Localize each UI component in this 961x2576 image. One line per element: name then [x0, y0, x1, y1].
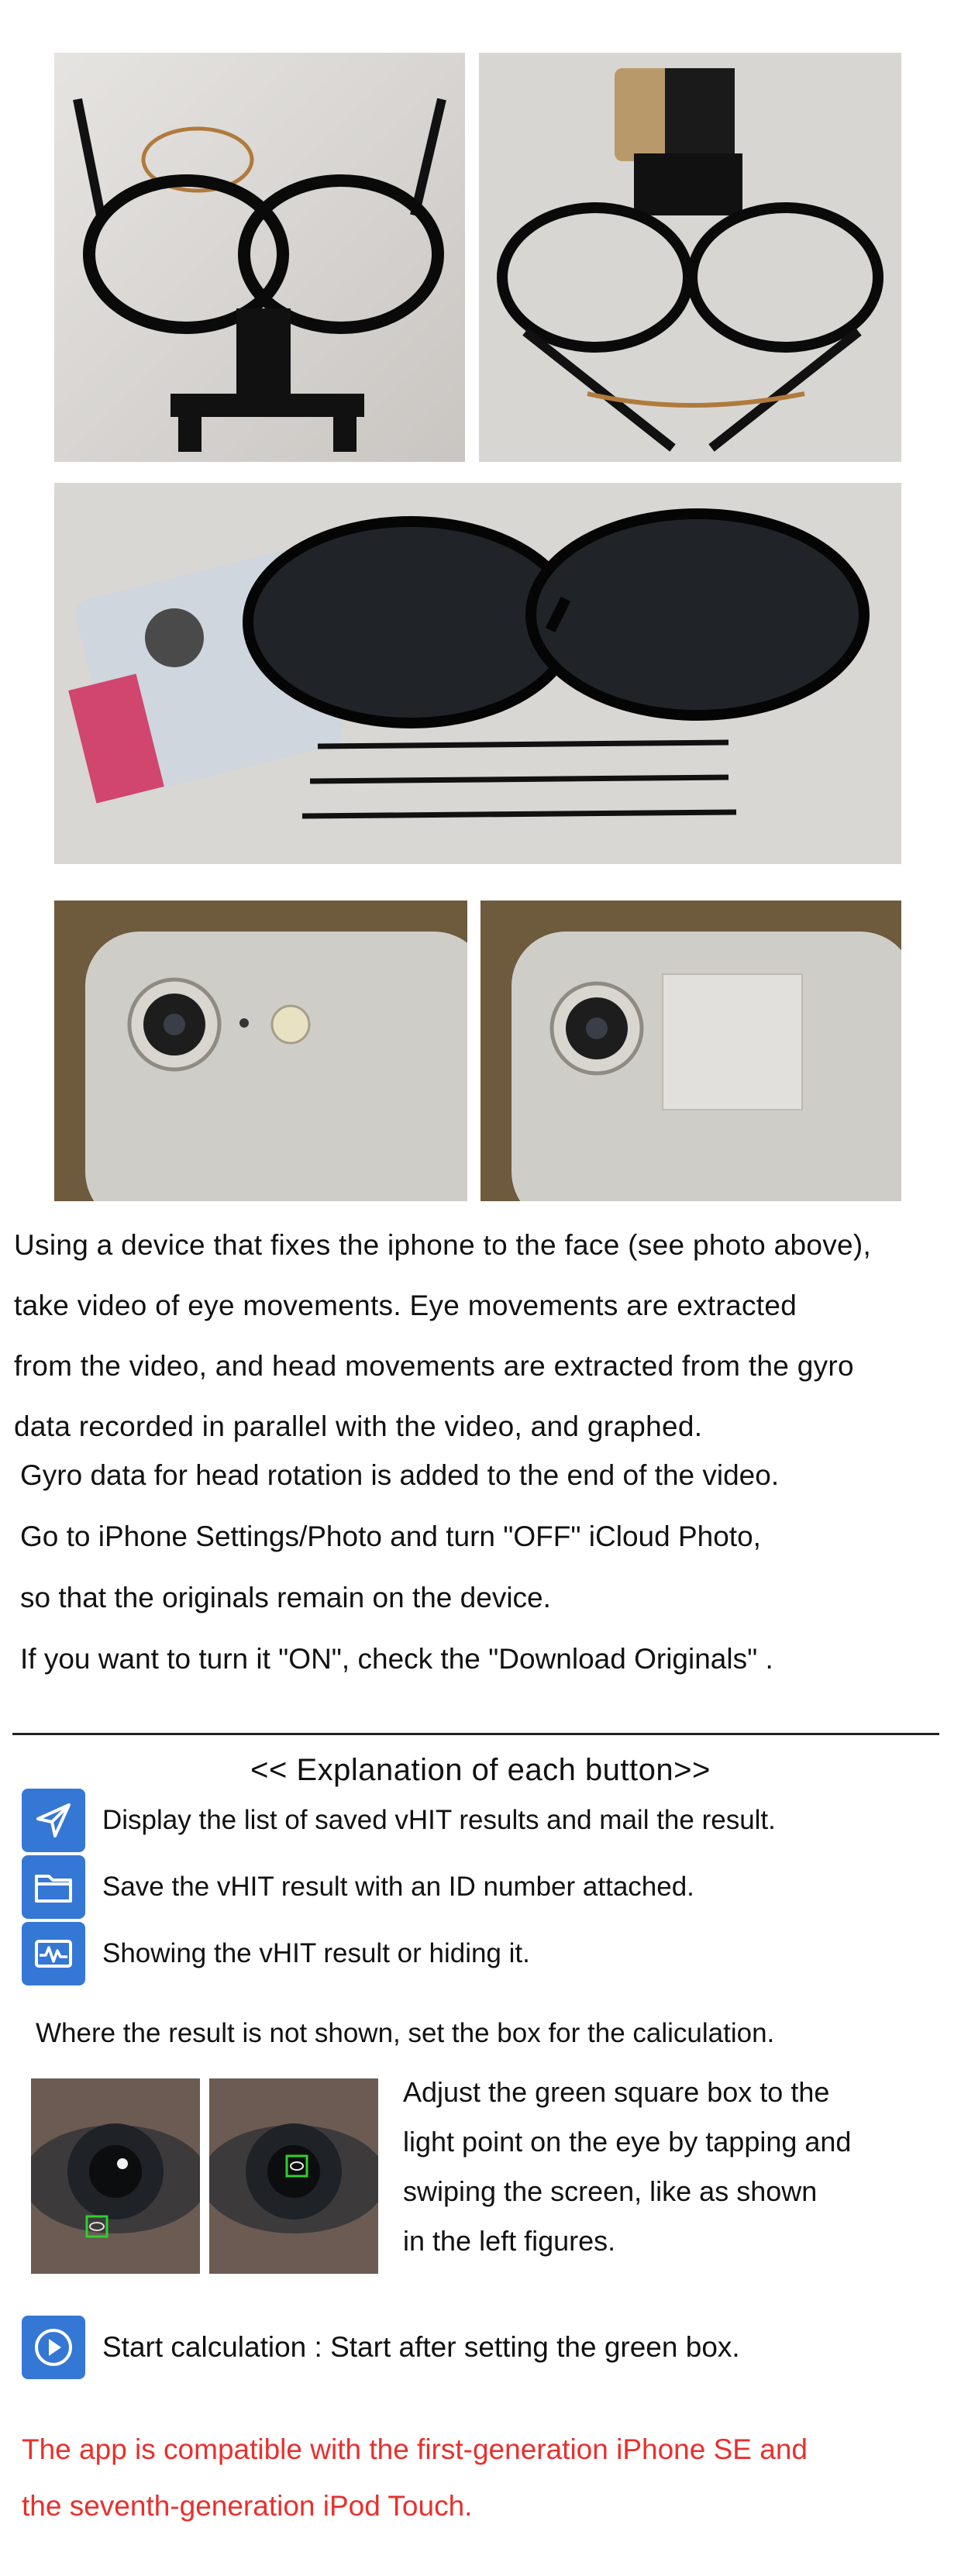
adjust-instructions: Adjust the green square box to the light… [403, 2068, 851, 2266]
eye-photo-before [31, 2078, 200, 2274]
glasses-frame-photo [54, 53, 465, 462]
intro-line: Using a device that fixes the iphone to … [14, 1229, 872, 1261]
button-row-save: Save the vHIT result with an ID number a… [22, 1855, 694, 1919]
button-row-send: Display the list of saved vHIT results a… [22, 1789, 776, 1852]
gyro-note-paragraph: Gyro data for head rotation is added to … [20, 1445, 950, 1689]
play-icon[interactable] [22, 2316, 85, 2379]
start-row: Start calculation : Start after setting … [22, 2316, 740, 2379]
adjust-line: in the left figures. [403, 2225, 616, 2257]
box-note: Where the result is not shown, set the b… [36, 2018, 775, 2048]
gyro-note-line: Gyro data for head rotation is added to … [20, 1459, 780, 1491]
intro-paragraph: Using a device that fixes the iphone to … [14, 1215, 952, 1457]
compatibility-note: The app is compatible with the first-gen… [22, 2421, 808, 2534]
compatibility-line: The app is compatible with the first-gen… [22, 2433, 808, 2465]
button-row-show-result: Showing the vHIT result or hiding it. [22, 1922, 530, 1985]
start-description: Start calculation : Start after setting … [102, 2331, 740, 2363]
eye-photo-after [209, 2078, 378, 2274]
sunglasses-photo [54, 483, 901, 864]
section-divider [12, 1733, 939, 1735]
adjust-line: swiping the screen, like as shown [403, 2175, 818, 2207]
section-title: << Explanation of each button>> [250, 1753, 711, 1787]
gyro-note-line: so that the originals remain on the devi… [20, 1582, 551, 1613]
button-description: Save the vHIT result with an ID number a… [102, 1872, 694, 1902]
compatibility-line: the seventh-generation iPod Touch. [22, 2490, 473, 2522]
glasses-mounted-photo [479, 53, 901, 462]
button-description: Display the list of saved vHIT results a… [102, 1805, 776, 1835]
intro-line: from the video, and head movements are e… [14, 1350, 854, 1382]
waveform-icon[interactable] [22, 1922, 85, 1985]
send-icon[interactable] [22, 1789, 85, 1852]
folder-icon[interactable] [22, 1855, 85, 1919]
button-description: Showing the vHIT result or hiding it. [102, 1938, 530, 1968]
adjust-line: light point on the eye by tapping and [403, 2126, 852, 2158]
phone-camera-covered-photo [480, 901, 901, 1201]
gyro-note-line: If you want to turn it "ON", check the "… [20, 1643, 773, 1675]
phone-camera-photo [54, 901, 467, 1201]
adjust-line: Adjust the green square box to the [403, 2076, 830, 2108]
gyro-note-line: Go to iPhone Settings/Photo and turn "OF… [20, 1520, 761, 1552]
intro-line: take video of eye movements. Eye movemen… [14, 1290, 797, 1321]
